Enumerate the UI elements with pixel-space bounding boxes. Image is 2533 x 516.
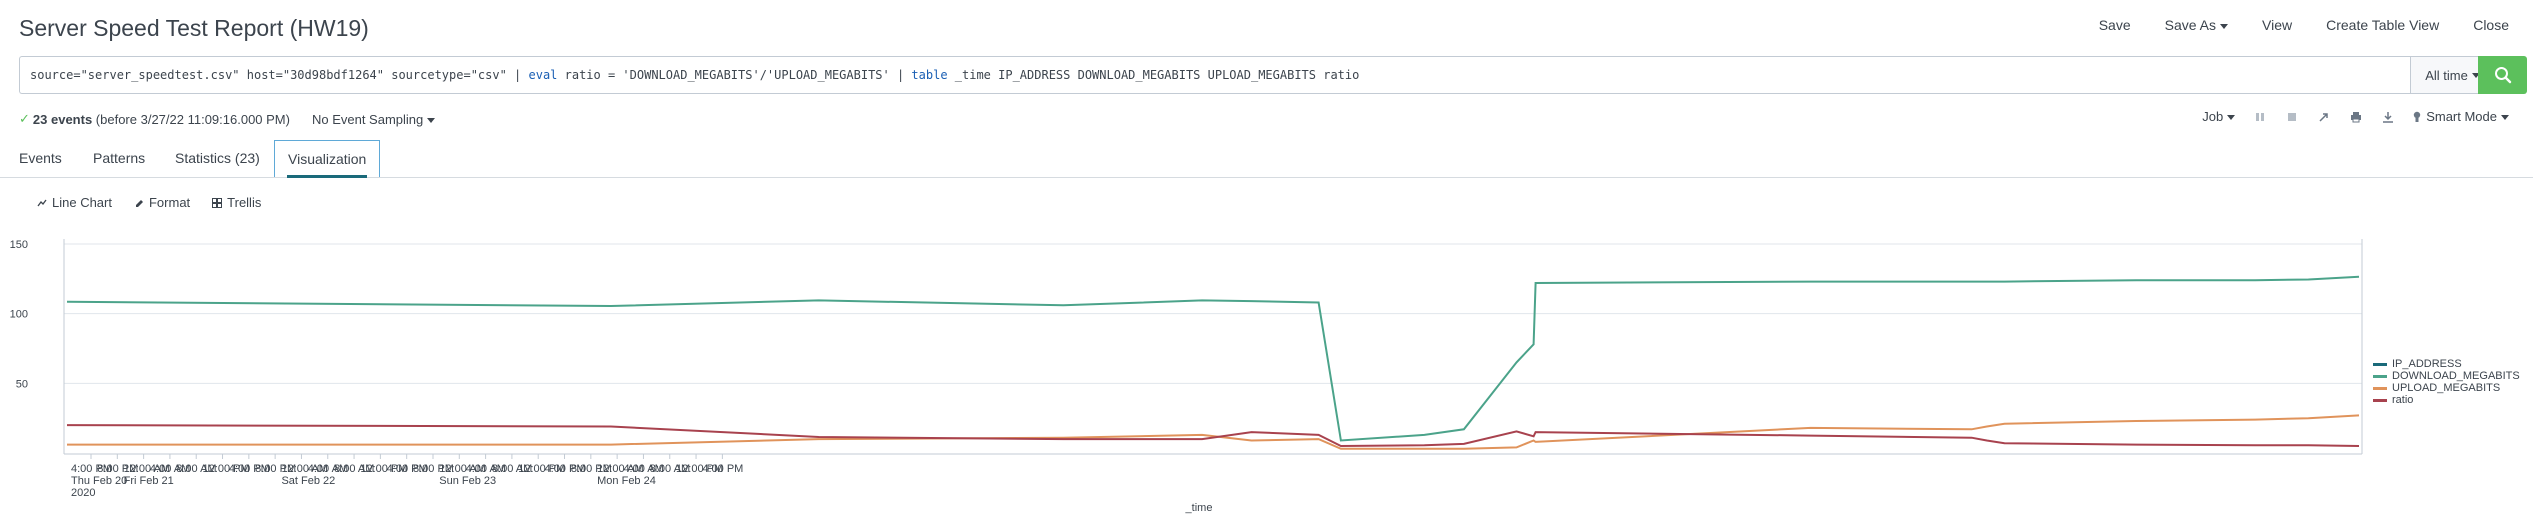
close-link[interactable]: Close xyxy=(2473,17,2509,33)
x-axis-label: _time xyxy=(1185,502,1213,514)
legend-swatch xyxy=(2373,362,2387,366)
job-toolbar: Job Smart Mode xyxy=(2202,109,2509,124)
x-tick-label: 4:00 PM xyxy=(702,463,743,475)
create-table-view-link[interactable]: Create Table View xyxy=(2326,17,2439,33)
pencil-icon xyxy=(135,199,143,207)
y-tick-label: 150 xyxy=(10,239,28,251)
event-count[interactable]: 23 events xyxy=(33,112,92,127)
line-chart: 501001504:00 PMThu Feb 2020208:00 PM12:0… xyxy=(10,239,2363,514)
legend-item[interactable]: IP_ADDRESS xyxy=(2373,358,2520,370)
x-tick-label: Thu Feb 20 xyxy=(71,475,127,487)
stop-icon[interactable] xyxy=(2285,110,2299,124)
tab-statistics[interactable]: Statistics (23) xyxy=(175,140,260,175)
trellis-label: Trellis xyxy=(227,195,262,210)
chart-type-button[interactable]: Line Chart xyxy=(37,195,112,210)
x-tick-label: Sun Feb 23 xyxy=(439,475,496,487)
viz-toolbar: Line Chart Format Trellis xyxy=(37,195,261,210)
search-bar[interactable]: source="server_speedtest.csv" host="30d9… xyxy=(19,56,2494,94)
legend-item[interactable]: DOWNLOAD_MEGABITS xyxy=(2373,370,2520,382)
save-link[interactable]: Save xyxy=(2099,17,2131,33)
query-text: source="server_speedtest.csv" host="30d9… xyxy=(30,68,529,82)
tab-patterns[interactable]: Patterns xyxy=(93,140,145,175)
legend-swatch xyxy=(2373,398,2387,402)
chart-legend: IP_ADDRESS DOWNLOAD_MEGABITS UPLOAD_MEGABI… xyxy=(2373,358,2520,406)
export-icon[interactable] xyxy=(2381,110,2395,124)
share-icon[interactable] xyxy=(2317,110,2331,124)
legend-label: ratio xyxy=(2392,394,2414,406)
legend-swatch xyxy=(2373,386,2387,390)
y-tick-label: 50 xyxy=(16,378,28,390)
search-mode-menu[interactable]: Smart Mode xyxy=(2413,109,2509,124)
search-status: ✓ 23 events (before 3/27/22 11:09:16.000… xyxy=(19,111,435,127)
x-tick-label: 2020 xyxy=(71,487,95,499)
trellis-icon xyxy=(212,197,223,208)
legend-label: DOWNLOAD_MEGABITS xyxy=(2392,370,2520,382)
y-tick-label: 100 xyxy=(10,309,28,321)
job-menu[interactable]: Job xyxy=(2202,109,2235,124)
x-tick-label: Mon Feb 24 xyxy=(597,475,656,487)
view-link[interactable]: View xyxy=(2262,17,2292,33)
search-mode-label: Smart Mode xyxy=(2426,109,2509,124)
format-button[interactable]: Format xyxy=(134,195,190,210)
trellis-button[interactable]: Trellis xyxy=(212,195,261,210)
legend-label: IP_ADDRESS xyxy=(2392,358,2462,370)
magnifier-icon xyxy=(2494,67,2511,84)
top-nav: Save Save As View Create Table View Clos… xyxy=(2065,17,2509,33)
print-icon[interactable] xyxy=(2349,110,2363,124)
x-tick-label: Sat Feb 22 xyxy=(281,475,335,487)
event-before-time: (before 3/27/22 11:09:16.000 PM) xyxy=(95,111,290,127)
query-text: _time IP_ADDRESS DOWNLOAD_MEGABITS UPLOA… xyxy=(947,68,1360,82)
query-text: ratio = 'DOWNLOAD_MEGABITS'/'UPLOAD_MEGA… xyxy=(557,68,912,82)
search-query[interactable]: source="server_speedtest.csv" host="30d9… xyxy=(30,68,1359,82)
tab-events[interactable]: Events xyxy=(19,140,62,175)
save-as-menu[interactable]: Save As xyxy=(2165,17,2228,33)
series-line-download-megabits xyxy=(66,275,2360,442)
tab-visualization[interactable]: Visualization xyxy=(274,140,381,178)
legend-item[interactable]: ratio xyxy=(2373,394,2520,406)
line-chart-icon xyxy=(37,199,47,206)
event-sampling-dropdown[interactable]: No Event Sampling xyxy=(312,112,435,127)
legend-item[interactable]: UPLOAD_MEGABITS xyxy=(2373,382,2520,394)
legend-label: UPLOAD_MEGABITS xyxy=(2392,382,2501,394)
query-keyword: table xyxy=(911,68,948,82)
page-title: Server Speed Test Report (HW19) xyxy=(19,15,369,41)
legend-swatch xyxy=(2373,374,2387,378)
bulb-icon xyxy=(2413,111,2421,122)
format-label: Format xyxy=(148,195,191,210)
pause-icon[interactable] xyxy=(2253,110,2267,124)
tab-bar: Events Patterns Statistics (23) Visualiz… xyxy=(0,138,2533,178)
query-keyword: eval xyxy=(528,68,558,82)
search-button[interactable] xyxy=(2478,56,2527,94)
check-icon: ✓ xyxy=(19,111,30,126)
chart-type-label: Line Chart xyxy=(52,195,112,210)
x-tick-label: Fri Feb 21 xyxy=(124,475,174,487)
